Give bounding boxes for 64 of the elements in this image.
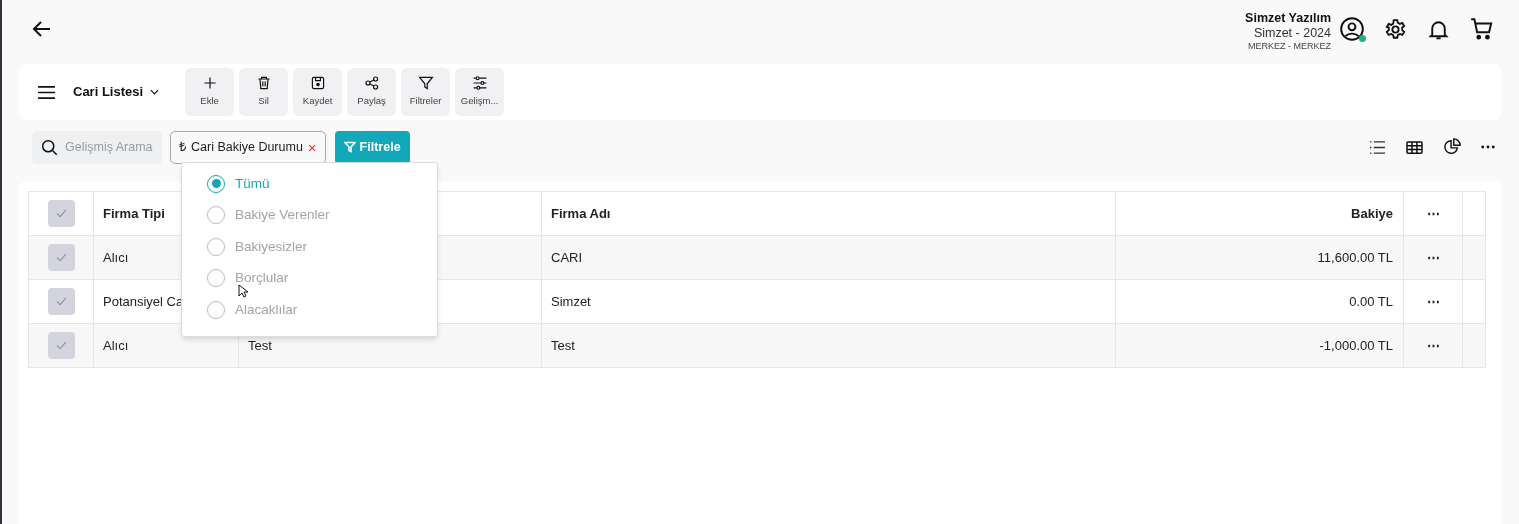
- sliders-icon: [471, 75, 488, 92]
- more-options-button[interactable]: [1481, 145, 1495, 149]
- toolbar-button[interactable]: Ekle: [185, 68, 235, 116]
- chart-view-button[interactable]: [1443, 138, 1461, 156]
- menu-icon: [37, 84, 56, 100]
- toolbar-button[interactable]: Kaydet: [293, 68, 343, 116]
- toolbar-button[interactable]: Filtreler: [401, 68, 451, 116]
- toolbar-button[interactable]: Sil: [239, 68, 289, 116]
- mouse-cursor-icon: [238, 284, 248, 298]
- check-icon: [55, 253, 67, 262]
- pie-chart-icon: [1443, 138, 1461, 156]
- share-icon: [363, 75, 380, 92]
- table-cell: CARI: [551, 249, 583, 265]
- row-checkbox[interactable]: [47, 332, 75, 359]
- branch-label: MERKEZ - MERKEZ: [1248, 42, 1331, 51]
- company-name: Simzet Yazılım: [1245, 12, 1331, 25]
- filter-chip[interactable]: ₺ Cari Bakiye Durumu ×: [170, 130, 326, 164]
- account-button[interactable]: [1339, 16, 1365, 42]
- chip-label: Cari Bakiye Durumu: [191, 138, 303, 156]
- table-cell: 11,600.00 TL: [1317, 249, 1393, 265]
- table-icon: [1406, 139, 1423, 155]
- check-icon: [55, 297, 67, 306]
- list-title-dropdown[interactable]: Cari Listesi: [73, 82, 160, 102]
- cart-icon: [1469, 16, 1495, 42]
- row-menu-button[interactable]: ⋯: [1426, 247, 1440, 268]
- row-checkbox[interactable]: [47, 244, 75, 271]
- row-checkbox[interactable]: [47, 200, 75, 227]
- search-icon: [41, 138, 58, 156]
- remove-chip-button[interactable]: ×: [307, 139, 317, 155]
- table-cell: 0.00 TL: [1349, 293, 1393, 309]
- period-label: Simzet - 2024: [1253, 26, 1331, 39]
- plus-icon: [201, 75, 218, 92]
- trash-icon: [255, 75, 272, 92]
- row-menu-button[interactable]: ⋯: [1426, 291, 1440, 312]
- lira-icon: ₺: [179, 137, 186, 157]
- table-cell: Alıcı: [103, 249, 129, 265]
- table-cell: -1,000.00 TL: [1319, 337, 1393, 353]
- table-cell: Alıcı: [103, 337, 129, 353]
- toolbar-button[interactable]: Gelişm...: [455, 68, 505, 116]
- column-header: Firma Adı: [551, 205, 611, 221]
- check-icon: [55, 341, 67, 350]
- ellipsis-icon: [1481, 145, 1495, 149]
- funnel-icon: [343, 141, 356, 153]
- filter-icon: [417, 75, 434, 92]
- column-header: Firma Tipi: [103, 205, 165, 221]
- cart-button[interactable]: [1469, 16, 1495, 42]
- column-header: ⋯: [1426, 205, 1440, 221]
- chevron-down-icon: [150, 89, 160, 95]
- toolbar-button[interactable]: Paylaş: [347, 68, 397, 116]
- search-field[interactable]: Gelişmiş Arama: [32, 130, 162, 164]
- table-cell: Test: [551, 337, 575, 353]
- table-cell: Test: [248, 337, 272, 353]
- list-icon: [1369, 139, 1386, 155]
- settings-icon: [1383, 16, 1408, 42]
- row-menu-button[interactable]: ⋯: [1426, 335, 1440, 356]
- settings-button[interactable]: [1383, 16, 1408, 42]
- row-checkbox[interactable]: [47, 288, 75, 315]
- list-view-button[interactable]: [1369, 139, 1386, 155]
- user-circle-icon: [1339, 16, 1365, 42]
- table-view-button[interactable]: [1406, 139, 1423, 155]
- menu-button[interactable]: [37, 84, 56, 100]
- check-icon: [55, 209, 67, 218]
- column-header: Bakiye: [1351, 205, 1393, 221]
- table-cell: Simzet: [551, 293, 591, 309]
